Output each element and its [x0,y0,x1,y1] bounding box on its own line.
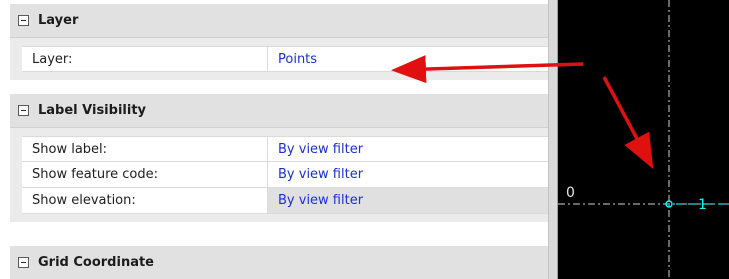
property-label-show-label: Show label: [22,137,268,161]
section-header-label-visibility[interactable]: Label Visibility [10,94,548,128]
collapse-icon[interactable] [18,257,29,268]
property-row-show-label[interactable]: Show label: By view filter [22,136,548,162]
section-body-layer: Layer: Points [10,38,548,80]
section-title-grid-coordinate: Grid Coordinate [38,255,155,270]
section-header-layer[interactable]: Layer [10,4,548,38]
property-label-layer: Layer: [22,47,268,71]
collapse-icon[interactable] [18,105,29,116]
collapse-icon[interactable] [18,15,29,26]
property-label-show-feature-code: Show feature code: [22,162,268,187]
section-body-label-visibility: Show label: By view filter Show feature … [10,128,548,222]
property-value-show-feature-code[interactable]: By view filter [268,162,548,187]
property-row-layer[interactable]: Layer: Points [22,46,548,72]
property-value-layer[interactable]: Points [268,47,548,71]
drawing-canvas[interactable]: 0 1 [558,0,729,279]
property-value-show-label[interactable]: By view filter [268,137,548,161]
section-title-label-visibility: Label Visibility [38,103,147,118]
property-row-show-feature-code[interactable]: Show feature code: By view filter [22,162,548,188]
app-window: Layer Layer: Points Label Visibility Sho… [0,0,729,279]
property-value-show-elevation[interactable]: By view filter [268,188,548,213]
property-row-show-elevation[interactable]: Show elevation: By view filter [22,188,548,214]
section-header-grid-coordinate[interactable]: Grid Coordinate [10,246,548,279]
axis-label-zero: 0 [566,185,575,201]
point-label: 1 [698,197,707,213]
section-title-layer: Layer [38,13,79,28]
properties-panel: Layer Layer: Points Label Visibility Sho… [0,0,548,279]
property-label-show-elevation: Show elevation: [22,188,268,213]
canvas-graphics: 0 1 [558,0,729,279]
panel-splitter[interactable] [548,0,558,279]
